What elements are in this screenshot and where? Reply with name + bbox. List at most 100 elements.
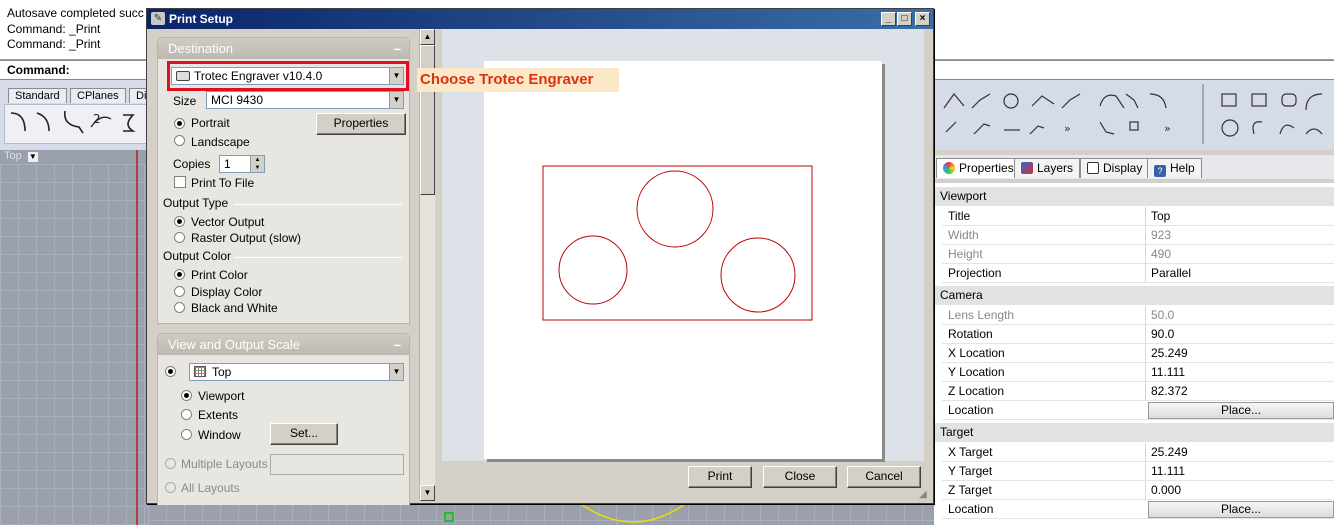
camera-place-button[interactable]: Place... [1148, 402, 1334, 419]
properties-button[interactable]: Properties [316, 113, 406, 135]
output-color-header: Output Color [163, 249, 232, 263]
prop-row-projection[interactable]: Projection Parallel [942, 264, 1334, 283]
print-color-radio[interactable] [174, 269, 185, 280]
minimize-icon[interactable]: _ [881, 12, 896, 26]
toolbar-tab-standard[interactable]: Standard [8, 88, 67, 103]
prop-key: Y Target [948, 464, 993, 478]
tab-display[interactable]: Display [1080, 158, 1150, 178]
view-scale-header[interactable]: View and Output Scale – [158, 334, 409, 355]
copies-stepper[interactable]: 1 ▲ ▼ [219, 155, 265, 173]
landscape-radio[interactable] [174, 135, 185, 146]
prop-value[interactable]: 25.249 [1151, 445, 1188, 459]
view-scale-group: View and Output Scale – Top ▼ Viewport Ex… [157, 333, 410, 505]
raster-output-radio[interactable] [174, 232, 185, 243]
prop-row-x-location[interactable]: X Location 25.249 [942, 344, 1334, 363]
display-color-radio[interactable] [174, 286, 185, 297]
prop-key: Lens Length [948, 308, 1015, 322]
close-button[interactable]: Close [763, 466, 837, 488]
extents-label: Extents [198, 408, 239, 422]
prop-value[interactable]: 25.249 [1151, 346, 1188, 360]
printer-highlight-box [167, 61, 409, 91]
history-line: Command: _Print [7, 22, 101, 36]
black-white-radio[interactable] [174, 302, 185, 313]
curve-tool-icons[interactable]: 2 [5, 105, 145, 143]
prop-value[interactable]: Parallel [1151, 266, 1191, 280]
section-viewport[interactable]: Viewport [934, 187, 1334, 206]
prop-row-rotation[interactable]: Rotation 90.0 [942, 325, 1334, 344]
toolbar-tab-cplanes[interactable]: CPlanes [70, 88, 126, 103]
extents-radio[interactable] [181, 409, 192, 420]
prop-row-title[interactable]: Title Top [942, 207, 1334, 226]
grid-icon [194, 366, 206, 377]
resize-grip-icon[interactable]: ◢ [919, 489, 931, 501]
destination-header[interactable]: Destination – [158, 38, 409, 59]
right-tool-icons[interactable]: » » [934, 80, 1334, 150]
collapse-icon[interactable]: – [394, 334, 401, 355]
viewport-label[interactable]: Top ▼ [4, 150, 38, 162]
view-select[interactable]: Top ▼ [189, 363, 404, 381]
chevron-down-icon[interactable]: ▼ [27, 152, 38, 162]
prop-key: Rotation [948, 327, 993, 341]
print-to-file-checkbox[interactable] [174, 176, 186, 188]
gumball-icon [444, 512, 454, 522]
prop-value[interactable]: 90.0 [1151, 327, 1174, 341]
prop-row-z-location[interactable]: Z Location 82.372 [942, 382, 1334, 401]
prop-value[interactable]: 82.372 [1151, 384, 1188, 398]
viewport-radio[interactable] [181, 390, 192, 401]
prop-key: Projection [948, 266, 1002, 280]
print-button[interactable]: Print [688, 466, 752, 488]
prop-row-y-location[interactable]: Y Location 11.111 [942, 363, 1334, 382]
viewport-label: Viewport [198, 389, 245, 403]
prop-row-height: Height 490 [942, 245, 1334, 264]
prop-row-x-target[interactable]: X Target 25.249 [942, 443, 1334, 462]
window-radio[interactable] [181, 429, 192, 440]
view-radio[interactable] [165, 366, 176, 377]
chevron-down-icon[interactable]: ▼ [389, 364, 403, 380]
tab-help[interactable]: ? Help [1147, 158, 1202, 178]
set-button[interactable]: Set... [270, 423, 338, 445]
prop-key: Width [948, 228, 979, 242]
drawing-circle [636, 170, 714, 248]
portrait-radio[interactable] [174, 118, 185, 129]
settings-scrollbar[interactable]: ▲ ▼ [419, 29, 435, 501]
close-icon[interactable]: × [915, 12, 930, 26]
cancel-button[interactable]: Cancel [847, 466, 921, 488]
tab-label: Properties [959, 161, 1014, 175]
scroll-up-icon[interactable]: ▲ [420, 29, 435, 45]
tab-layers[interactable]: Layers [1014, 158, 1081, 178]
command-prompt: Command: [7, 63, 70, 77]
prop-value[interactable]: Top [1151, 209, 1170, 223]
size-select[interactable]: MCI 9430 ▼ [206, 91, 404, 109]
section-camera[interactable]: Camera [934, 286, 1334, 305]
prop-value[interactable]: 11.111 [1151, 365, 1185, 379]
collapse-icon[interactable]: – [394, 38, 401, 59]
chevron-down-icon[interactable]: ▼ [389, 92, 403, 108]
section-target[interactable]: Target [934, 423, 1334, 442]
tab-properties[interactable]: Properties [936, 158, 1021, 178]
viewport-top[interactable] [0, 150, 148, 525]
maximize-icon[interactable]: □ [897, 12, 912, 26]
prop-row-width: Width 923 [942, 226, 1334, 245]
svg-text:»: » [1064, 122, 1071, 135]
preview-paper [484, 61, 882, 459]
prop-row-y-target[interactable]: Y Target 11.111 [942, 462, 1334, 481]
dialog-title-bar[interactable]: ✎ Print Setup _ □ × [147, 9, 933, 29]
drawing-rectangle [542, 165, 813, 321]
prop-key: Y Location [948, 365, 1005, 379]
stepper-arrows-icon[interactable]: ▲ ▼ [250, 156, 264, 172]
prop-row-target-location: Location Place... [942, 500, 1334, 519]
target-place-button[interactable]: Place... [1148, 501, 1334, 518]
window-label: Window [198, 428, 241, 442]
prop-value[interactable]: 0.000 [1151, 483, 1181, 497]
panel-tabs: Properties Layers Display ? Help [934, 155, 1334, 179]
print-to-file-label: Print To File [191, 176, 255, 190]
properties-icon [943, 162, 955, 174]
scroll-down-icon[interactable]: ▼ [420, 485, 435, 501]
preview-drawing [542, 165, 813, 321]
prop-value[interactable]: 11.111 [1151, 464, 1185, 478]
layouts-field [270, 454, 404, 475]
prop-value: 923 [1151, 228, 1172, 242]
properties-panel: Viewport Title Top Width 923 Height 490 Pro… [934, 183, 1334, 525]
vector-output-radio[interactable] [174, 216, 185, 227]
prop-row-z-target[interactable]: Z Target 0.000 [942, 481, 1334, 500]
